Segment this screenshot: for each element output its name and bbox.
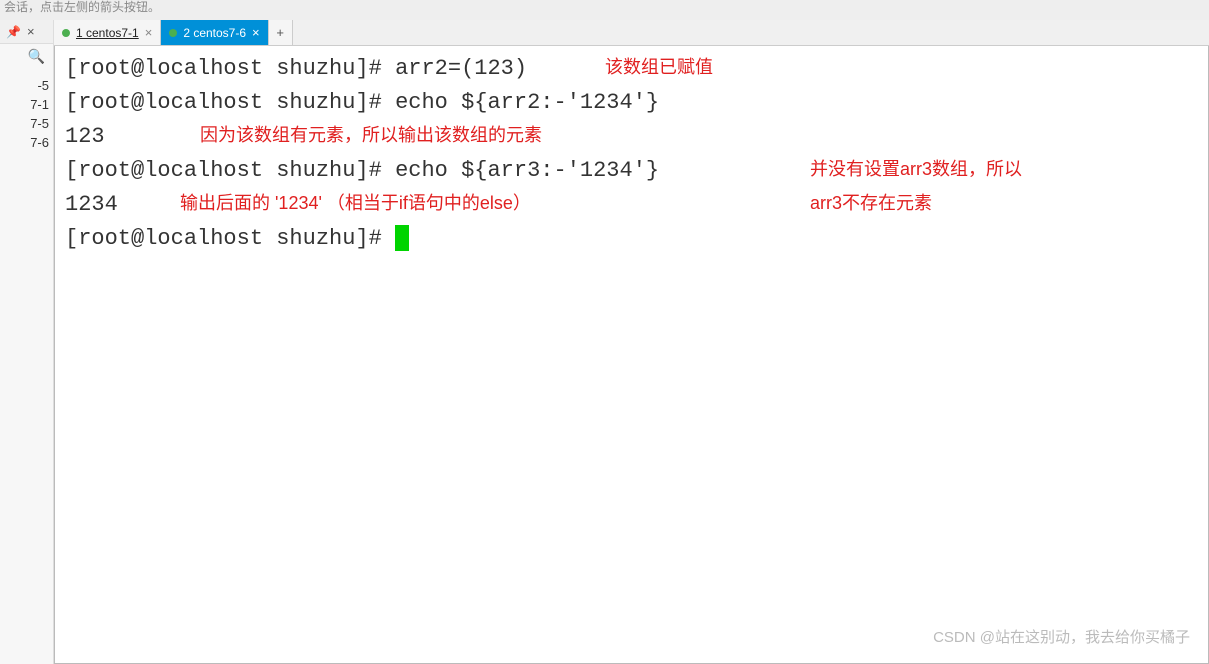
annotation: 输出后面的 '1234' （相当于if语句中的else）: [180, 190, 531, 218]
sidebar-list: -5 7-1 7-5 7-6: [0, 68, 53, 152]
watermark: CSDN @站在这别动，我去给你买橘子: [933, 626, 1190, 649]
add-tab-button[interactable]: +: [269, 20, 293, 45]
sidebar: 📌 × 🔍 -5 7-1 7-5 7-6: [0, 20, 54, 664]
terminal-line: 123因为该数组有元素，所以输出该数组的元素: [65, 120, 1198, 154]
terminal-line: [root@localhost shuzhu]# arr2=(123)该数组已赋…: [65, 52, 1198, 86]
close-icon[interactable]: ×: [252, 25, 260, 40]
sidebar-search-row: 🔍: [0, 44, 53, 68]
terminal[interactable]: [root@localhost shuzhu]# arr2=(123)该数组已赋…: [54, 46, 1209, 664]
list-item[interactable]: 7-6: [0, 133, 53, 152]
terminal-line: [root@localhost shuzhu]# echo ${arr2:-'1…: [65, 86, 1198, 120]
status-dot-icon: [62, 29, 70, 37]
sidebar-header: 📌 ×: [0, 20, 53, 44]
annotation: arr3不存在元素: [810, 190, 932, 218]
status-dot-icon: [169, 29, 177, 37]
search-icon[interactable]: 🔍: [28, 48, 45, 65]
content-area: 1 centos7-1 × 2 centos7-6 × + [root@loca…: [54, 20, 1209, 664]
pin-icon[interactable]: 📌: [6, 25, 21, 39]
tab-bar: 1 centos7-1 × 2 centos7-6 × +: [54, 20, 1209, 46]
close-icon[interactable]: ×: [145, 25, 153, 40]
annotation: 并没有设置arr3数组，所以: [810, 156, 1022, 184]
close-icon[interactable]: ×: [27, 24, 35, 39]
terminal-line: 1234输出后面的 '1234' （相当于if语句中的else）arr3不存在元…: [65, 188, 1198, 222]
tab-centos7-1[interactable]: 1 centos7-1 ×: [54, 20, 161, 45]
terminal-line: [root@localhost shuzhu]# echo ${arr3:-'1…: [65, 154, 1198, 188]
list-item[interactable]: 7-1: [0, 95, 53, 114]
main-area: 📌 × 🔍 -5 7-1 7-5 7-6 1 centos7-1 × 2 cen…: [0, 20, 1209, 664]
list-item[interactable]: -5: [0, 76, 53, 95]
cursor-icon: [395, 225, 409, 251]
annotation: 因为该数组有元素，所以输出该数组的元素: [200, 122, 542, 150]
tab-label: 2 centos7-6: [183, 26, 246, 40]
tab-centos7-6[interactable]: 2 centos7-6 ×: [161, 20, 268, 45]
list-item[interactable]: 7-5: [0, 114, 53, 133]
annotation: 该数组已赋值: [605, 54, 713, 82]
tab-label: 1 centos7-1: [76, 26, 139, 40]
top-hint-text: 会话，点击左侧的箭头按钮。: [0, 0, 1209, 20]
terminal-line: [root@localhost shuzhu]#: [65, 222, 1198, 256]
